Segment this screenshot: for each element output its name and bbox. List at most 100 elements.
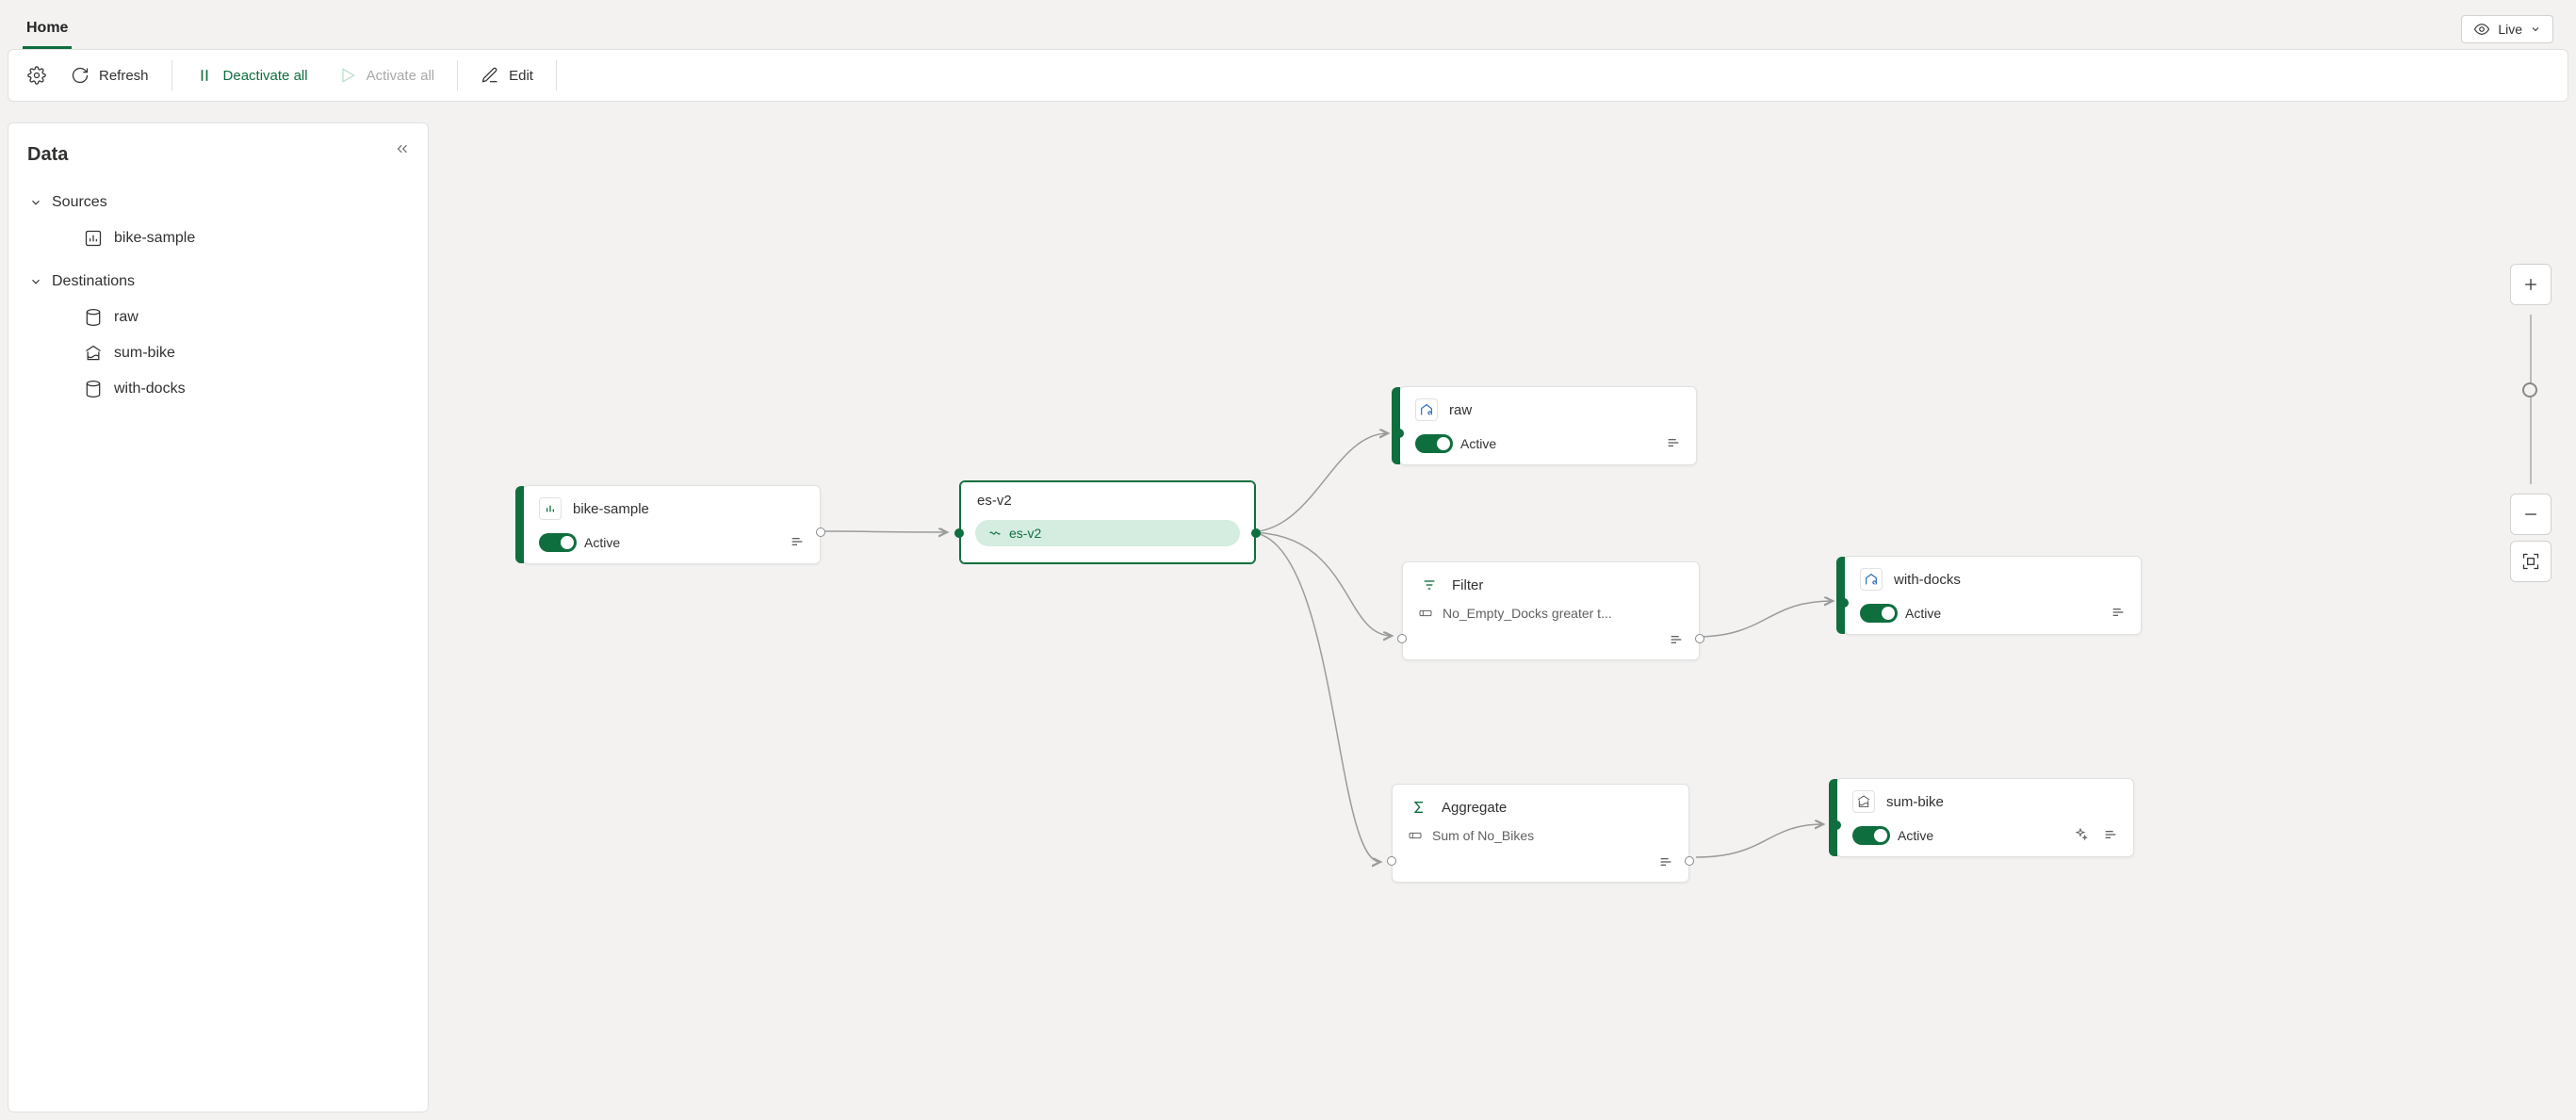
node-menu-button[interactable]	[1666, 435, 1681, 453]
sparkle-button[interactable]	[2073, 827, 2088, 845]
node-es-v2[interactable]: es-v2 es-v2	[959, 480, 1256, 564]
toggle-active[interactable]	[1860, 604, 1898, 623]
deactivate-all-button[interactable]: Deactivate all	[182, 58, 321, 92]
output-port[interactable]	[816, 528, 825, 537]
output-port[interactable]	[1695, 634, 1704, 643]
lakehouse-icon	[84, 344, 103, 363]
node-sum-bike[interactable]: sum-bike Active	[1836, 778, 2134, 857]
toggle-active[interactable]	[1852, 826, 1890, 845]
fit-view-button[interactable]	[2510, 541, 2552, 582]
database-icon	[84, 308, 103, 327]
eventhouse-icon	[1415, 398, 1438, 421]
toolbar-separator	[556, 60, 557, 90]
node-title: Aggregate	[1442, 800, 1507, 816]
status-label: Active	[1460, 436, 1496, 451]
deactivate-all-label: Deactivate all	[223, 68, 308, 84]
destination-item-label: raw	[114, 309, 139, 326]
filter-detail: No_Empty_Docks greater t...	[1443, 606, 1612, 621]
field-icon	[1418, 606, 1433, 621]
sigma-icon	[1408, 796, 1430, 819]
lakehouse-icon	[1852, 790, 1875, 813]
node-aggregate[interactable]: Aggregate Sum of No_Bikes	[1392, 784, 1689, 883]
node-menu-button[interactable]	[790, 534, 805, 552]
node-menu-button[interactable]	[2111, 605, 2126, 623]
zoom-out-button[interactable]	[2510, 494, 2552, 535]
plus-icon	[2521, 275, 2540, 294]
gear-icon	[27, 66, 46, 85]
fit-icon	[2521, 552, 2540, 571]
toggle-active[interactable]	[1415, 434, 1453, 453]
node-menu-button[interactable]	[2103, 827, 2118, 845]
destination-item-with-docks[interactable]: with-docks	[22, 371, 415, 407]
zoom-slider[interactable]	[2530, 315, 2532, 484]
side-panel: Data Sources bike-sample Destinations ra…	[8, 122, 429, 1112]
destinations-group-header[interactable]: Destinations	[22, 264, 415, 300]
edit-icon	[481, 66, 499, 85]
toolbar: Refresh Deactivate all Activate all Edit	[8, 49, 2568, 102]
status-label: Active	[1898, 828, 1933, 843]
status-label: Active	[584, 535, 620, 550]
chevron-double-left-icon	[394, 140, 411, 157]
pill-label: es-v2	[1009, 526, 1041, 541]
sources-label: Sources	[52, 194, 107, 211]
aggregate-detail: Sum of No_Bikes	[1432, 828, 1534, 843]
play-icon	[338, 66, 357, 85]
refresh-button[interactable]: Refresh	[57, 58, 162, 92]
chevron-down-icon	[2530, 24, 2541, 35]
bar-chart-icon	[84, 229, 103, 248]
edit-button[interactable]: Edit	[467, 58, 546, 92]
zoom-in-button[interactable]	[2510, 264, 2552, 305]
toggle-active[interactable]	[539, 533, 577, 552]
output-port[interactable]	[1251, 528, 1261, 538]
activate-all-label: Activate all	[367, 68, 435, 84]
tab-bar: Home Live	[0, 0, 2576, 49]
bar-chart-icon	[539, 497, 562, 520]
activate-all-button[interactable]: Activate all	[325, 58, 448, 92]
sources-group-header[interactable]: Sources	[22, 185, 415, 220]
stream-pill[interactable]: es-v2	[975, 520, 1240, 546]
destination-item-label: with-docks	[114, 381, 186, 398]
node-raw[interactable]: raw Active	[1399, 386, 1697, 465]
node-menu-button[interactable]	[1658, 854, 1673, 872]
node-filter[interactable]: Filter No_Empty_Docks greater t...	[1402, 561, 1700, 660]
side-panel-title: Data	[27, 144, 415, 166]
node-stripe	[1392, 387, 1400, 464]
live-mode-button[interactable]: Live	[2461, 15, 2553, 43]
filter-icon	[1418, 574, 1441, 596]
settings-button[interactable]	[20, 58, 54, 92]
output-port[interactable]	[1685, 856, 1694, 866]
input-port[interactable]	[1832, 820, 1841, 830]
destination-item-sum-bike[interactable]: sum-bike	[22, 335, 415, 371]
input-port[interactable]	[1387, 856, 1396, 866]
stream-icon	[988, 527, 1002, 540]
node-stripe	[515, 486, 524, 563]
node-stripe	[1829, 779, 1837, 856]
chevron-down-icon	[29, 196, 42, 209]
input-port[interactable]	[1839, 598, 1849, 608]
canvas[interactable]: bike-sample Active es-v2 es-v2	[429, 122, 2568, 1112]
source-item-bike-sample[interactable]: bike-sample	[22, 220, 415, 256]
input-port[interactable]	[954, 528, 964, 538]
node-stripe	[1836, 557, 1845, 634]
canvas-tools	[2510, 264, 2552, 582]
collapse-side-panel-button[interactable]	[394, 140, 411, 160]
pause-icon	[195, 66, 214, 85]
node-bike-sample[interactable]: bike-sample Active	[523, 485, 821, 564]
destinations-label: Destinations	[52, 273, 135, 290]
input-port[interactable]	[1397, 634, 1407, 643]
zoom-slider-handle[interactable]	[2522, 382, 2537, 398]
input-port[interactable]	[1394, 429, 1404, 438]
minus-icon	[2521, 505, 2540, 524]
destination-item-label: sum-bike	[114, 345, 175, 362]
toolbar-separator	[457, 60, 458, 90]
node-with-docks[interactable]: with-docks Active	[1844, 556, 2142, 635]
destination-item-raw[interactable]: raw	[22, 300, 415, 335]
refresh-label: Refresh	[99, 68, 149, 84]
field-icon	[1408, 828, 1423, 843]
tab-home[interactable]: Home	[23, 10, 72, 49]
status-label: Active	[1905, 606, 1941, 621]
node-menu-button[interactable]	[1669, 632, 1684, 650]
edit-label: Edit	[509, 68, 533, 84]
database-icon	[84, 380, 103, 398]
refresh-icon	[71, 66, 90, 85]
